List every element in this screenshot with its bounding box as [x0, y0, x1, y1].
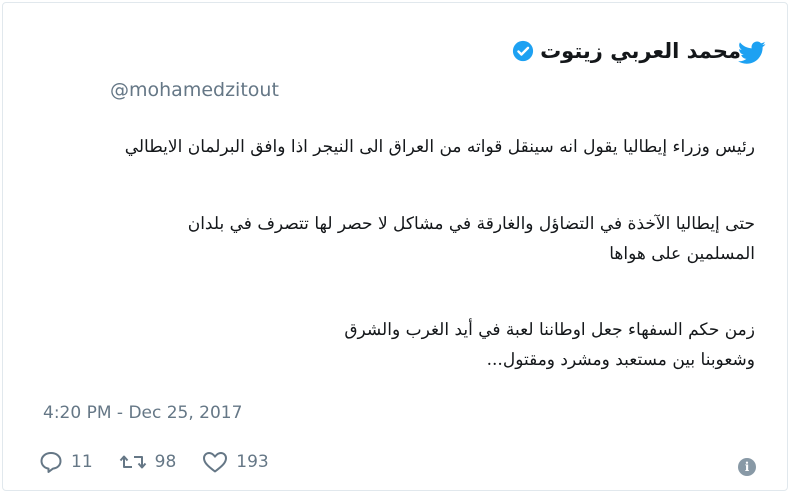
like-heart-icon: [203, 452, 228, 473]
reply-count: 11: [71, 452, 93, 472]
verified-badge-icon: [512, 40, 534, 62]
tweet-card: محمد العربي زيتوت @mohamedzitout رئيس وز…: [2, 2, 788, 491]
author-header[interactable]: محمد العربي زيتوت: [512, 39, 741, 63]
author-name[interactable]: محمد العربي زيتوت: [540, 39, 741, 63]
tweet-line: رئيس وزراء إيطاليا يقول انه سينقل قواته …: [124, 137, 755, 157]
like-count: 193: [236, 452, 269, 472]
tweet-actions: 11 98 193: [39, 451, 295, 473]
tweet-line: حتى إيطاليا الآخذة في التضاؤل والغارقة ف…: [187, 214, 755, 234]
reply-icon: [40, 452, 62, 473]
retweet-icon: [119, 455, 146, 469]
tweet-line: وشعوبنا بين مستعبد ومشرد ومقتول...: [486, 350, 755, 370]
author-handle[interactable]: @mohamedzitout: [110, 79, 279, 101]
tweet-line: زمن حكم السفهاء جعل اوطاننا لعبة في أيد …: [344, 320, 755, 340]
retweet-button[interactable]: 98: [119, 451, 177, 473]
tweet-timestamp[interactable]: 4:20 PM - Dec 25, 2017: [43, 403, 242, 423]
reply-button[interactable]: 11: [39, 451, 93, 473]
retweet-count: 98: [154, 452, 177, 472]
tweet-paragraph: رئيس وزراء إيطاليا يقول انه سينقل قواته …: [43, 132, 755, 162]
tweet-line: المسلمين على هواها: [609, 244, 755, 264]
like-button[interactable]: 193: [202, 451, 269, 473]
twitter-bird-icon[interactable]: [738, 41, 766, 65]
tweet-paragraph: زمن حكم السفهاء جعل اوطاننا لعبة في أيد …: [43, 315, 755, 375]
info-icon[interactable]: i: [738, 458, 756, 476]
tweet-paragraph: حتى إيطاليا الآخذة في التضاؤل والغارقة ف…: [43, 209, 755, 269]
